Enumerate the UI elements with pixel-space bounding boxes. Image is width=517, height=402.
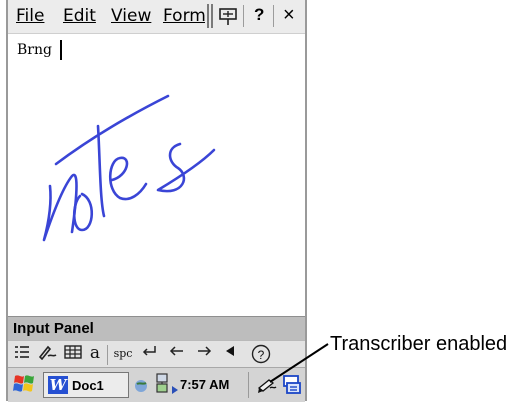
callout-label: Transcriber enabled	[330, 333, 508, 355]
